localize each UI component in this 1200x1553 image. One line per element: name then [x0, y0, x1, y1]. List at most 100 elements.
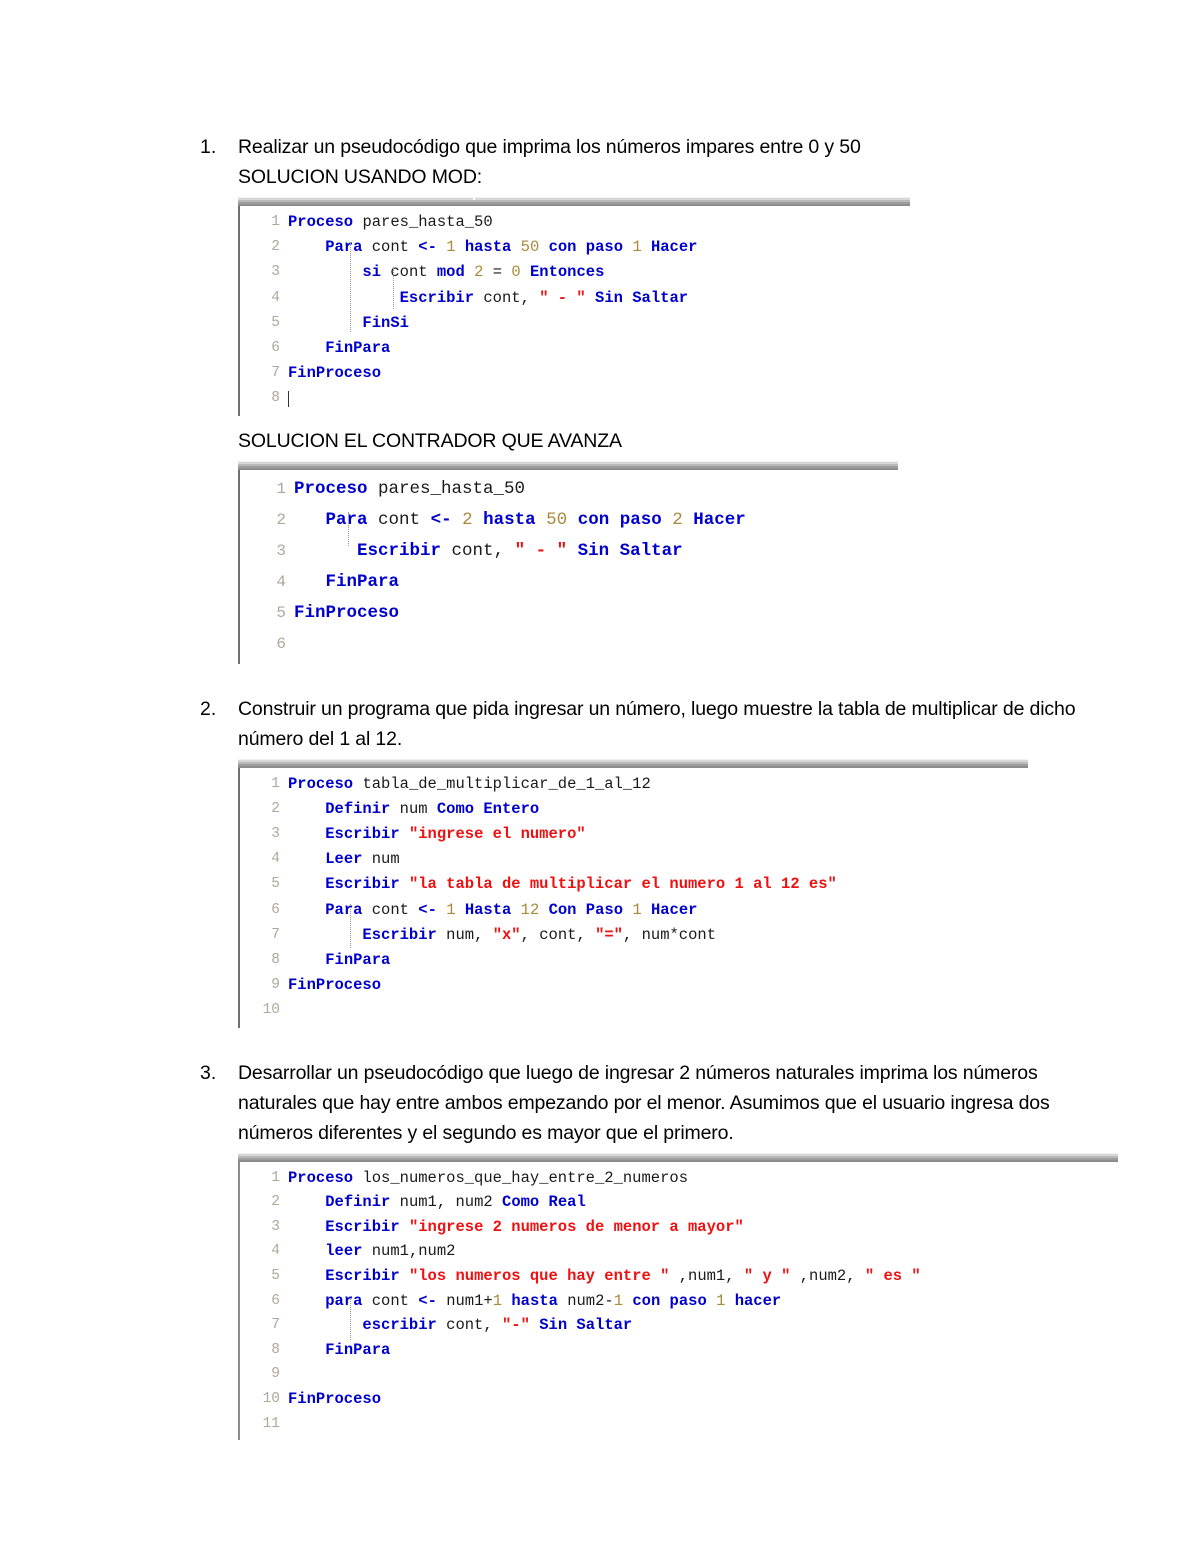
code-line[interactable]: FinProceso	[288, 361, 910, 386]
code-surface[interactable]: 1 2 3 4 5 6 7 8 Proceso pares_hasta_50 Para con…	[238, 206, 910, 416]
list-item-1-text: Realizar un pseudocódigo que imprima los…	[238, 136, 861, 158]
code-line[interactable]	[288, 1412, 1118, 1437]
code-line-number: 6	[271, 901, 280, 918]
code-line[interactable]: Leer num	[288, 847, 1028, 872]
list-item-3-text: Desarrollar un pseudocódigo que luego de…	[238, 1061, 1050, 1144]
code-line[interactable]: Escribir "la tabla de multiplicar el num…	[288, 872, 1028, 897]
list-item-2-number: 2.	[200, 697, 217, 720]
code-line[interactable]: Para cont <- 2 hasta 50 con paso 2 Hacer	[294, 505, 898, 536]
code-line-number: 2	[271, 800, 280, 817]
code-line-number: 4	[271, 289, 280, 306]
code-line[interactable]: FinPara	[288, 336, 910, 361]
code-line-number: 1	[271, 775, 280, 792]
code-line[interactable]: Definir num1, num2 Como Real	[288, 1190, 1118, 1215]
code-gutter-line-numbers: 1 2 3 4 5 6 7 8 9 10 11	[240, 1166, 288, 1437]
code-line[interactable]: escribir cont, "-" Sin Saltar	[288, 1313, 1118, 1338]
list-item-3-number: 3.	[200, 1061, 217, 1084]
code-line-number: 4	[276, 572, 286, 591]
code-line[interactable]	[288, 1362, 1118, 1387]
code-line-number: 8	[271, 390, 280, 407]
code-line[interactable]: Proceso los_numeros_que_hay_entre_2_nume…	[288, 1166, 1118, 1191]
code-surface[interactable]: 1 2 3 4 5 6 7 8 9 10 Proceso tabla_de_multiplicar…	[238, 767, 1028, 1028]
code-scrollbar-top[interactable]	[238, 459, 898, 470]
code-line-number: 3	[271, 826, 280, 843]
code-line-number: 11	[262, 1415, 280, 1432]
solucion-usando-mod-label: SOLUCION USANDO MOD:	[238, 166, 483, 188]
code-line[interactable]: FinSi	[288, 311, 910, 336]
indent-guide-line	[350, 903, 351, 948]
document-content: 1. Realizar un pseudocódigo que imprima …	[200, 132, 1118, 1441]
code-line-number: 8	[271, 1341, 280, 1358]
code-scrollbar-top[interactable]	[238, 757, 1028, 768]
code-scrollbar-top[interactable]	[238, 1151, 1118, 1162]
list-item-3-body: Desarrollar un pseudocódigo que luego de…	[238, 1058, 1118, 1441]
code-line[interactable]: para cont <- num1+1 hasta num2-1 con pas…	[288, 1289, 1118, 1314]
indent-guide-line	[393, 267, 394, 309]
code-line-number: 10	[262, 1391, 280, 1407]
code-block-tabla-de-multiplicar[interactable]: 1 2 3 4 5 6 7 8 9 10 Proceso tabla_de_multiplicar…	[238, 757, 1028, 1028]
list-item-3: 3. Desarrollar un pseudocódigo que luego…	[200, 1058, 1118, 1441]
list-item-1: 1. Realizar un pseudocódigo que imprima …	[200, 132, 1080, 664]
code-line-number: 2	[271, 239, 280, 256]
code-line[interactable]: FinPara	[294, 567, 898, 598]
code-line-number: 9	[271, 1366, 280, 1383]
code-line-number: 1	[276, 479, 286, 498]
list-item-1-number: 1.	[200, 136, 217, 158]
code-line-number: 5	[271, 314, 280, 331]
code-line[interactable]: leer num1,num2	[288, 1239, 1118, 1264]
code-line[interactable]: Escribir "ingrese el numero"	[288, 822, 1028, 847]
solucion-contrador-avanza-label: SOLUCION EL CONTRADOR QUE AVANZA	[238, 429, 622, 452]
code-line[interactable]: FinProceso	[294, 598, 898, 629]
code-line[interactable]: FinProceso	[288, 973, 1028, 998]
code-surface[interactable]: 1 2 3 4 5 6 Proceso pares_hasta_50 Para cont …	[238, 469, 898, 664]
code-line[interactable]: Escribir "los numeros que hay entre " ,n…	[288, 1264, 1118, 1289]
code-line[interactable]: Escribir cont, " - " Sin Saltar	[294, 536, 898, 567]
code-line[interactable]: Escribir num, "x", cont, "=", num*cont	[288, 923, 1028, 948]
code-line[interactable]: FinPara	[288, 948, 1028, 973]
code-line-number: 6	[276, 634, 286, 653]
list-item-2: 2. Construir un programa que pida ingres…	[200, 694, 1080, 1028]
code-line-number: 10	[262, 1002, 280, 1019]
code-line[interactable]: Definir num Como Entero	[288, 797, 1028, 822]
code-line[interactable]: Para cont <- 1 Hasta 12 Con Paso 1 Hacer	[288, 898, 1028, 923]
code-line[interactable]: FinPara	[288, 1338, 1118, 1363]
indent-guide-line	[350, 1297, 351, 1340]
code-line-number: 9	[271, 977, 280, 994]
code-line-number: 1	[271, 1169, 280, 1186]
code-block-pares-hasta-50-mod[interactable]: 1 2 3 4 5 6 7 8 Proceso pares_hasta_50 Para con…	[238, 196, 910, 416]
code-line-number: 1	[271, 214, 280, 230]
code-line[interactable]: Proceso pares_hasta_50	[288, 210, 910, 235]
code-gutter-line-numbers: 1 2 3 4 5 6	[240, 474, 294, 660]
code-line-number: 5	[276, 603, 286, 622]
list-item-2-text: Construir un programa que pida ingresar …	[238, 697, 1076, 750]
code-gutter-line-numbers: 1 2 3 4 5 6 7 8 9 10	[240, 772, 288, 1024]
code-lines[interactable]: Proceso tabla_de_multiplicar_de_1_al_12 …	[288, 772, 1028, 1024]
code-line[interactable]	[288, 998, 1028, 1023]
code-line[interactable]: si cont mod 2 = 0 Entonces	[288, 260, 910, 285]
code-line[interactable]: Escribir cont, " - " Sin Saltar	[288, 286, 910, 311]
code-line[interactable]: Escribir "ingrese 2 numeros de menor a m…	[288, 1215, 1118, 1240]
code-lines[interactable]: Proceso pares_hasta_50 Para cont <- 2 ha…	[294, 474, 898, 660]
code-line[interactable]: Proceso tabla_de_multiplicar_de_1_al_12	[288, 772, 1028, 797]
document-page: 1. Realizar un pseudocódigo que imprima …	[0, 0, 1200, 1553]
code-line-number: 3	[271, 1218, 280, 1235]
code-scrollbar-top[interactable]	[238, 196, 910, 206]
code-surface[interactable]: 1 2 3 4 5 6 7 8 9 10 11 Proceso los_numeros_que_ha…	[238, 1161, 1118, 1441]
code-line-number: 7	[271, 926, 280, 943]
code-block-numeros-entre-2-numeros[interactable]: 1 2 3 4 5 6 7 8 9 10 11 Proceso los_numeros_que_ha…	[238, 1151, 1118, 1441]
code-lines[interactable]: Proceso pares_hasta_50 Para cont <- 1 ha…	[288, 210, 910, 412]
code-line[interactable]	[294, 629, 898, 660]
code-gutter-line-numbers: 1 2 3 4 5 6 7 8	[240, 210, 288, 412]
code-line[interactable]	[288, 386, 910, 411]
code-line-number: 5	[271, 876, 280, 893]
code-line-number: 3	[271, 264, 280, 281]
code-line[interactable]: Para cont <- 1 hasta 50 con paso 1 Hacer	[288, 235, 910, 260]
code-line[interactable]: FinProceso	[288, 1387, 1118, 1412]
code-lines[interactable]: Proceso los_numeros_que_hay_entre_2_nume…	[288, 1166, 1118, 1437]
list-item-2-body: Construir un programa que pida ingresar …	[238, 694, 1080, 1028]
code-line-number: 6	[271, 1292, 280, 1309]
code-line[interactable]: Proceso pares_hasta_50	[294, 474, 898, 505]
code-block-pares-hasta-50-contador[interactable]: 1 2 3 4 5 6 Proceso pares_hasta_50 Para cont …	[238, 459, 898, 664]
